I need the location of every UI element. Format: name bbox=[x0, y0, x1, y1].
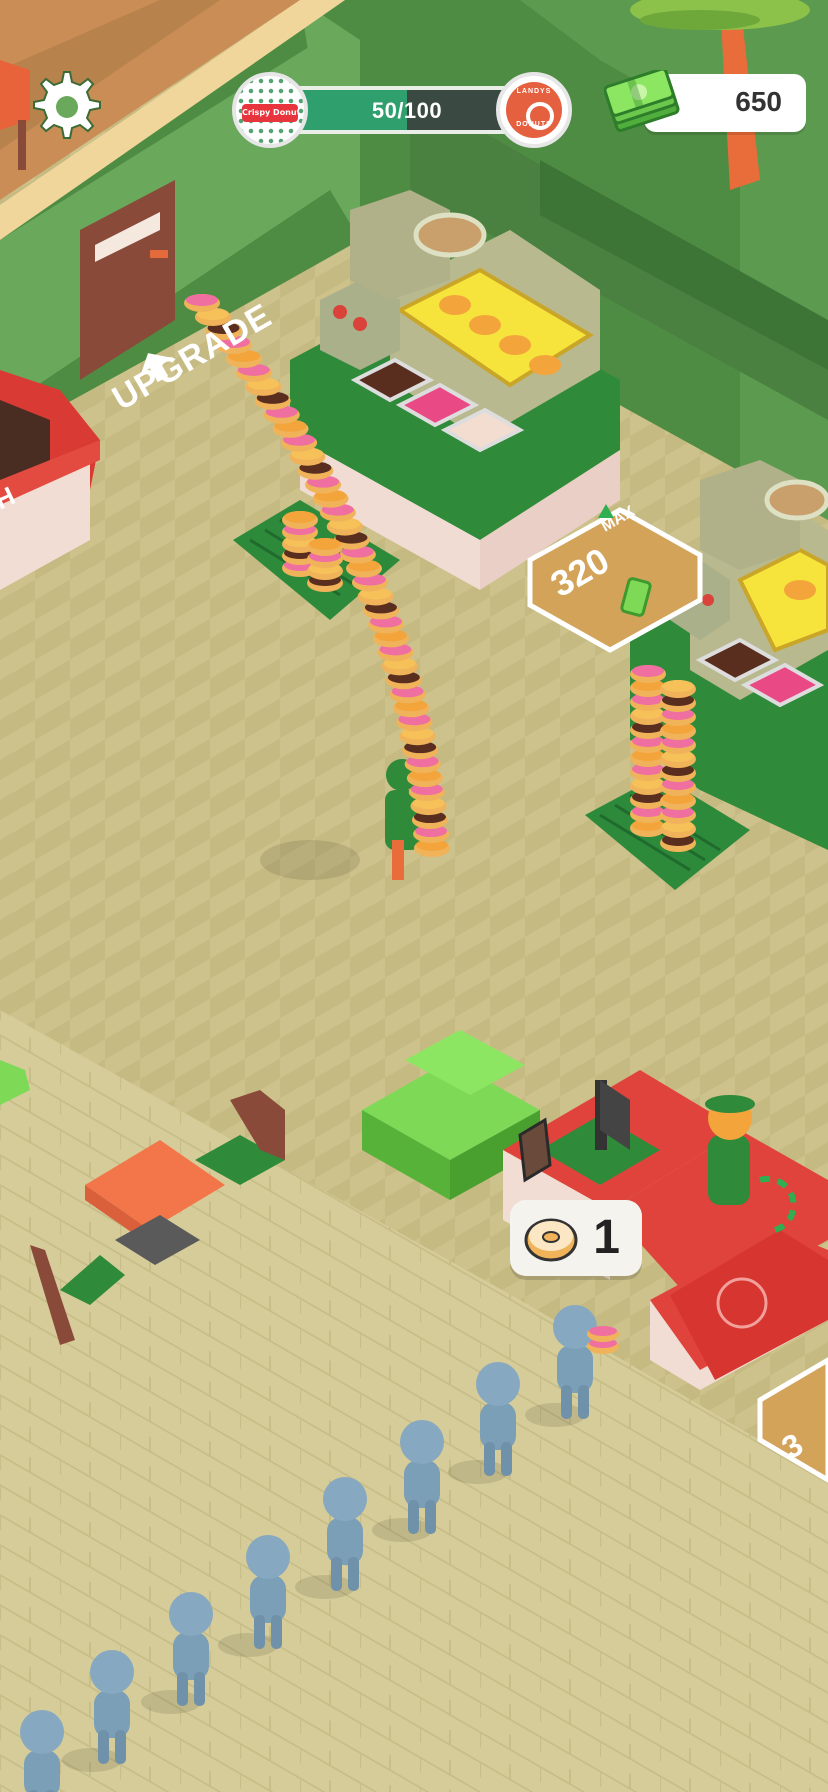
donut-stack-rack-2 bbox=[630, 665, 696, 852]
brand-logo-next: LANDYS DONUTS bbox=[496, 72, 572, 148]
money-display: 650 bbox=[604, 70, 806, 132]
donut-icon bbox=[524, 1218, 578, 1262]
brand-right-bottom: DONUTS bbox=[516, 121, 552, 128]
order-count: 1 bbox=[593, 1211, 620, 1264]
upgrade-floor-label: UPGRADE bbox=[106, 296, 279, 418]
game-scene: H 320 MAX 3 bbox=[0, 0, 828, 1792]
brand-right-top: LANDYS bbox=[516, 88, 552, 95]
money-value: 650 bbox=[735, 86, 782, 117]
settings-button[interactable] bbox=[26, 66, 102, 142]
cash-stack-icon bbox=[604, 70, 680, 132]
order-bubble: 1 bbox=[510, 1200, 642, 1276]
gear-icon bbox=[33, 71, 101, 139]
brand-left-label: Crispy Donuts bbox=[242, 104, 298, 122]
level-progress: 50/100 Crispy Donuts LANDYS DONUTS bbox=[232, 72, 572, 148]
brand-logo-current: Crispy Donuts bbox=[232, 72, 308, 148]
